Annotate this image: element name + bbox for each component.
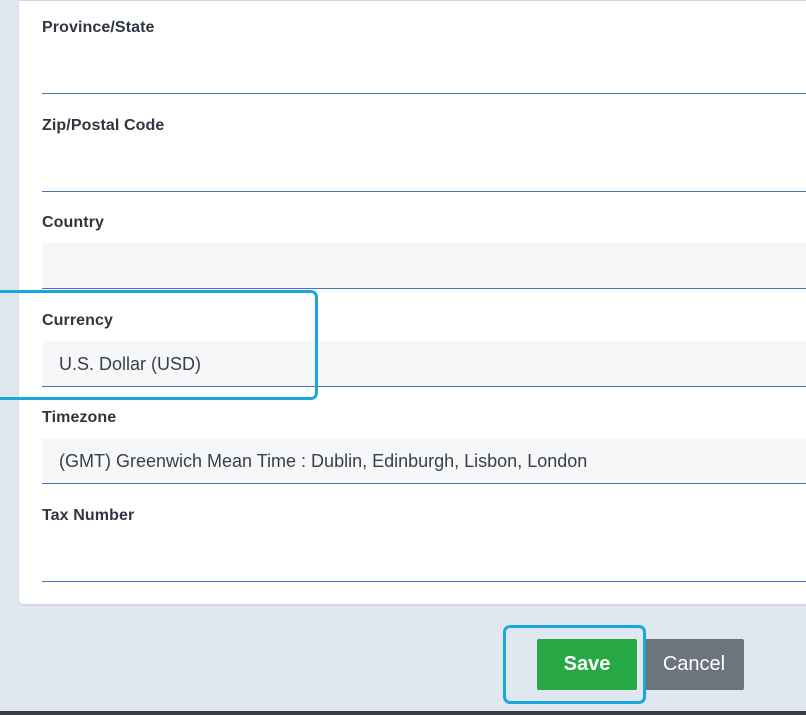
tax-number-label: Tax Number [42,507,135,524]
save-button[interactable]: Save [537,639,637,690]
timezone-label: Timezone [42,409,117,426]
tax-number-field[interactable] [42,536,806,582]
currency-label: Currency [42,312,114,329]
zip-label: Zip/Postal Code [42,117,165,134]
timezone-select[interactable]: (GMT) Greenwich Mean Time : Dublin, Edin… [42,438,806,484]
currency-select[interactable]: U.S. Dollar (USD) [42,341,806,387]
country-select[interactable] [42,243,806,289]
province-field[interactable] [42,48,806,94]
card-top-border [19,0,806,1]
zip-field[interactable] [42,146,806,192]
bottom-bar [0,711,806,715]
province-label: Province/State [42,19,155,36]
cancel-button[interactable]: Cancel [644,639,744,690]
settings-page: Province/State Zip/Postal Code Country C… [0,0,806,715]
country-label: Country [42,214,105,231]
